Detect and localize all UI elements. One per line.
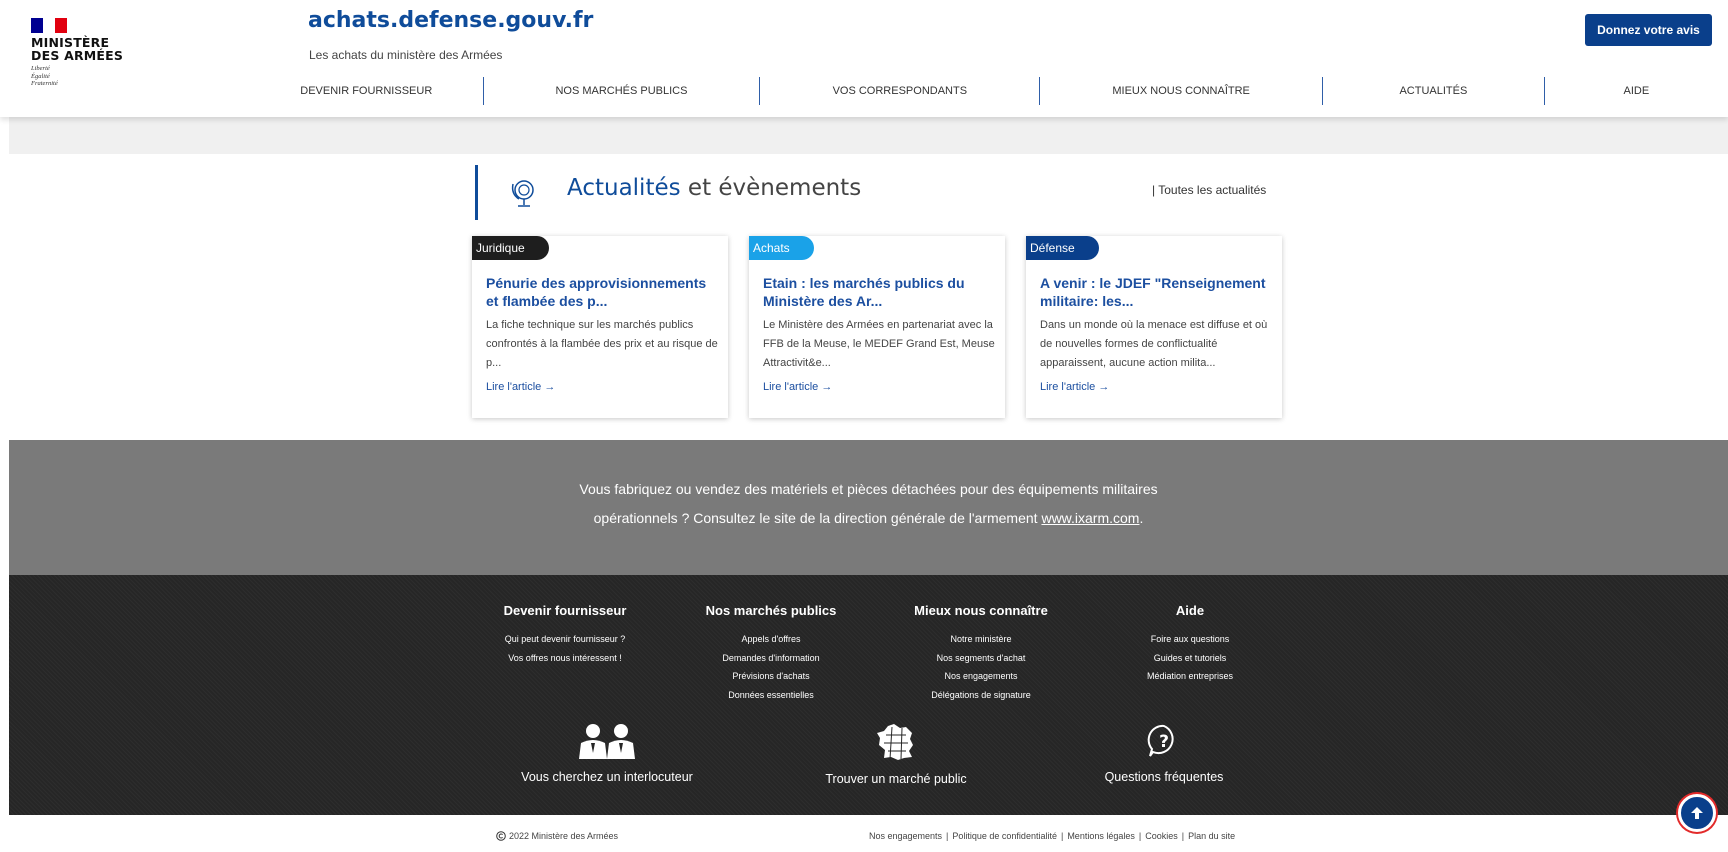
footer-link[interactable]: Notre ministère xyxy=(891,630,1071,649)
nav-item-mieux-nous-connaitre[interactable]: MIEUX NOUS CONNAÎTRE xyxy=(1040,76,1322,106)
card-excerpt: Le Ministère des Armées en partenariat a… xyxy=(763,319,995,369)
category-tag: Achats xyxy=(749,236,814,260)
site-header: MINISTÈRE DES ARMÉES Liberté Égalité Fra… xyxy=(0,0,1728,117)
footer-link[interactable]: Prévisions d'achats xyxy=(681,667,861,686)
legal-separator: | xyxy=(946,831,949,841)
footer-column-aide: Aide Foire aux questions Guides et tutor… xyxy=(1100,603,1280,686)
footer-link[interactable]: Nos engagements xyxy=(891,667,1071,686)
footer-link[interactable]: Délégations de signature xyxy=(891,686,1071,705)
footer-link[interactable]: Appels d'offres xyxy=(681,630,861,649)
news-title-highlight: Actualités xyxy=(567,175,681,201)
feedback-button[interactable]: Donnez votre avis xyxy=(1585,14,1712,46)
footer-column-mieux-nous-connaitre: Mieux nous connaître Notre ministère Nos… xyxy=(891,603,1071,704)
card-title[interactable]: Pénurie des approvisionnements et flambé… xyxy=(486,274,716,310)
motto-liberte: Liberté xyxy=(31,65,50,72)
category-tag: Défense xyxy=(1026,236,1099,260)
legal-link-engagements[interactable]: Nos engagements xyxy=(869,831,942,841)
legal-link-confidentialite[interactable]: Politique de confidentialité xyxy=(952,831,1057,841)
footer-heading[interactable]: Mieux nous connaître xyxy=(891,603,1071,618)
news-section-header: Actualités et évènements | Toutes les ac… xyxy=(475,165,1275,220)
legal-separator: | xyxy=(1060,831,1064,841)
footer-link[interactable]: Nos segments d'achat xyxy=(891,649,1071,668)
read-article-link[interactable]: Lire l'article → xyxy=(763,381,832,393)
legal-link-mentions[interactable]: Mentions légales xyxy=(1067,831,1135,841)
promo-text: opérationnels ? Consultez le site de la … xyxy=(593,510,1042,526)
nav-item-marches-publics[interactable]: NOS MARCHÉS PUBLICS xyxy=(484,76,760,106)
read-article-link[interactable]: Lire l'article → xyxy=(1040,381,1109,393)
card-excerpt: La fiche technique sur les marchés publi… xyxy=(486,319,718,369)
shortcut-label: Vous cherchez un interlocuteur xyxy=(521,770,693,784)
france-map-icon xyxy=(877,724,913,760)
footer-heading[interactable]: Nos marchés publics xyxy=(681,603,861,618)
main-nav: DEVENIR FOURNISSEUR NOS MARCHÉS PUBLICS … xyxy=(250,76,1728,106)
promo-text-line2: opérationnels ? Consultez le site de la … xyxy=(9,510,1728,526)
card-title[interactable]: A venir : le JDEF "Renseignement militai… xyxy=(1040,274,1270,310)
news-card[interactable]: Juridique Pénurie des approvisionnements… xyxy=(472,236,728,418)
all-news-link[interactable]: | Toutes les actualités xyxy=(1152,183,1266,197)
nav-item-devenir-fournisseur[interactable]: DEVENIR FOURNISSEUR xyxy=(250,76,483,106)
legal-link-plan[interactable]: Plan du site xyxy=(1188,831,1235,841)
nav-item-actualites[interactable]: ACTUALITÉS xyxy=(1323,76,1544,106)
french-flag-icon xyxy=(31,18,67,33)
republic-motto: Liberté Égalité Fraternité xyxy=(31,65,141,88)
people-icon xyxy=(579,724,635,759)
shortcut-interlocuteur[interactable]: Vous cherchez un interlocuteur xyxy=(507,723,707,784)
nav-item-correspondants[interactable]: VOS CORRESPONDANTS xyxy=(760,76,1039,106)
question-bubble-icon: ? xyxy=(1147,724,1174,757)
breadcrumb-strip xyxy=(9,117,1728,154)
globe-icon xyxy=(511,180,534,207)
shortcut-label: Trouver un marché public xyxy=(825,772,967,786)
arrow-up-icon xyxy=(1691,807,1703,819)
promo-text-end: . xyxy=(1139,510,1144,526)
ministry-logo[interactable]: MINISTÈRE DES ARMÉES Liberté Égalité Fra… xyxy=(31,18,141,88)
motto-fraternite: Fraternité xyxy=(31,80,58,87)
footer-link[interactable]: Guides et tutoriels xyxy=(1100,649,1280,668)
category-tag: Juridique xyxy=(472,236,549,260)
news-card[interactable]: Achats Etain : les marchés publics du Mi… xyxy=(749,236,1005,418)
footer-column-devenir-fournisseur: Devenir fournisseur Qui peut devenir fou… xyxy=(475,603,655,667)
copyright-text: 2022 Ministère des Armées xyxy=(509,831,619,841)
section-accent-bar xyxy=(475,165,478,220)
footer-link[interactable]: Données essentielles xyxy=(681,686,861,705)
footer-column-marches-publics: Nos marchés publics Appels d'offres Dema… xyxy=(681,603,861,704)
card-title[interactable]: Etain : les marchés publics du Ministère… xyxy=(763,274,993,310)
legal-link-cookies[interactable]: Cookies xyxy=(1145,831,1178,841)
ixarm-link[interactable]: www.ixarm.com xyxy=(1041,510,1139,526)
motto-egalite: Égalité xyxy=(31,72,50,80)
site-title[interactable]: achats.defense.gouv.fr xyxy=(308,8,593,33)
read-article-link[interactable]: Lire l'article → xyxy=(486,381,555,393)
news-section-title: Actualités et évènements xyxy=(567,175,861,201)
footer-link[interactable]: Demandes d'information xyxy=(681,649,861,668)
legal-separator: | xyxy=(1181,831,1185,841)
footer-heading[interactable]: Aide xyxy=(1100,603,1280,618)
card-excerpt: Dans un monde où la menace est diffuse e… xyxy=(1040,319,1268,369)
copyright: 2022 Ministère des Armées xyxy=(496,831,618,841)
copyright-icon xyxy=(496,831,506,841)
svg-text:?: ? xyxy=(1159,732,1169,752)
footer-heading[interactable]: Devenir fournisseur xyxy=(475,603,655,618)
footer-link[interactable]: Qui peut devenir fournisseur ? xyxy=(475,630,655,649)
ministry-name-line2: DES ARMÉES xyxy=(31,48,124,63)
shortcut-marche-public[interactable]: Trouver un marché public xyxy=(796,723,996,786)
shortcut-label: Questions fréquentes xyxy=(1104,770,1224,784)
legal-links: Nos engagements | Politique de confidenti… xyxy=(869,831,1235,841)
news-title-rest: et évènements xyxy=(680,175,862,201)
promo-text-line1: Vous fabriquez ou vendez des matériels e… xyxy=(579,481,1158,497)
ixarm-promo-band: Vous fabriquez ou vendez des matériels e… xyxy=(9,440,1728,575)
news-card[interactable]: Défense A venir : le JDEF "Renseignement… xyxy=(1026,236,1282,418)
footer-link[interactable]: Vos offres nous intéressent ! xyxy=(475,649,655,668)
back-to-top-button[interactable] xyxy=(1678,794,1716,832)
footer-link[interactable]: Médiation entreprises xyxy=(1100,667,1280,686)
site-subtitle: Les achats du ministère des Armées xyxy=(309,48,503,62)
site-footer: Devenir fournisseur Qui peut devenir fou… xyxy=(9,575,1728,815)
footer-link[interactable]: Foire aux questions xyxy=(1100,630,1280,649)
nav-item-aide[interactable]: AIDE xyxy=(1545,76,1728,106)
shortcut-questions[interactable]: ? Questions fréquentes xyxy=(1064,723,1264,784)
legal-separator: | xyxy=(1138,831,1142,841)
